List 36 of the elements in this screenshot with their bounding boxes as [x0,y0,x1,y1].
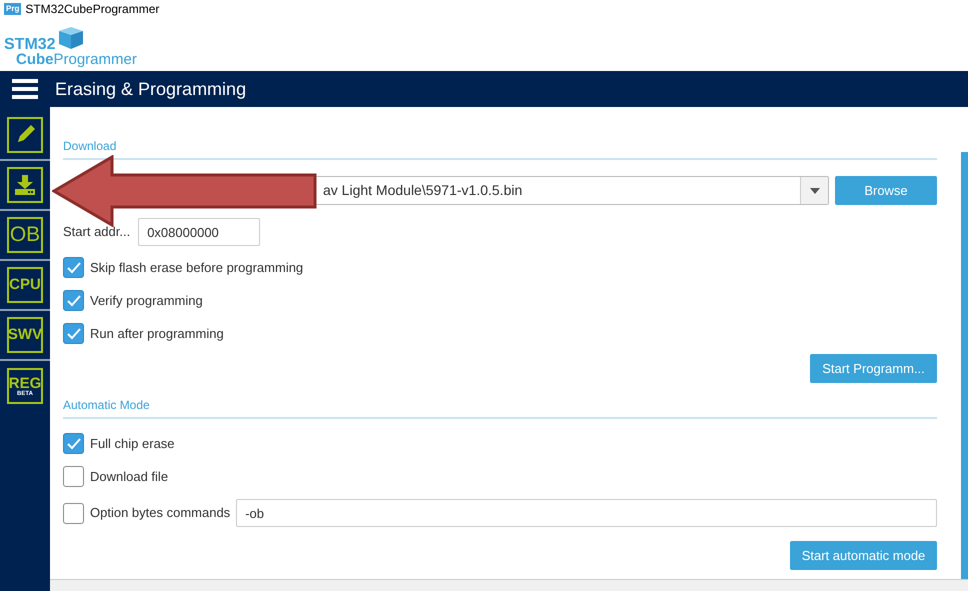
checkbox[interactable] [63,433,84,454]
command-field[interactable]: -ob [236,499,937,527]
checkbox[interactable] [63,466,84,487]
download-icon[interactable] [7,167,43,203]
check-icon [66,262,80,274]
checkbox-label: Download file [90,468,168,486]
checkbox[interactable] [63,290,84,311]
check-icon [66,438,80,450]
section-title: Automatic Mode [63,398,150,412]
field-label: Start addr... [63,223,130,242]
sidebar-tab[interactable]: CPU [7,267,43,303]
page-title: Erasing & Programming [55,78,246,101]
checkbox[interactable] [63,323,84,344]
check-icon [66,294,80,306]
checkbox[interactable] [63,502,84,524]
sidebar-tab[interactable]: SWV [7,317,43,353]
file-path-dropdown[interactable]: av Light Module\5971-v1.0.5.bin [321,176,829,205]
window-title: STM32CubeProgrammer [25,1,160,18]
checkbox-label: Run after programming [90,324,224,343]
checkbox-label: Verify programming [90,292,203,310]
sidebar-tab[interactable]: OB [7,217,43,253]
logo-text: CubeProgrammer [16,52,137,67]
checkbox[interactable] [63,257,84,278]
checkbox-label: Option bytes commands [90,504,230,522]
checkbox-label: Skip flash erase before programming [90,258,304,277]
menu-icon[interactable] [12,78,38,100]
section-title: Download [63,139,116,153]
logo-text: STM32 [4,37,56,52]
scrollbar[interactable] [961,152,968,579]
app-icon: Prg [4,3,22,15]
checkbox-label: Full chip erase [90,434,175,453]
edit-icon[interactable] [7,117,43,153]
cube-icon [58,26,84,50]
check-icon [66,328,80,340]
start-address-field[interactable]: 0x08000000 [138,218,260,246]
caret-icon [810,188,820,194]
